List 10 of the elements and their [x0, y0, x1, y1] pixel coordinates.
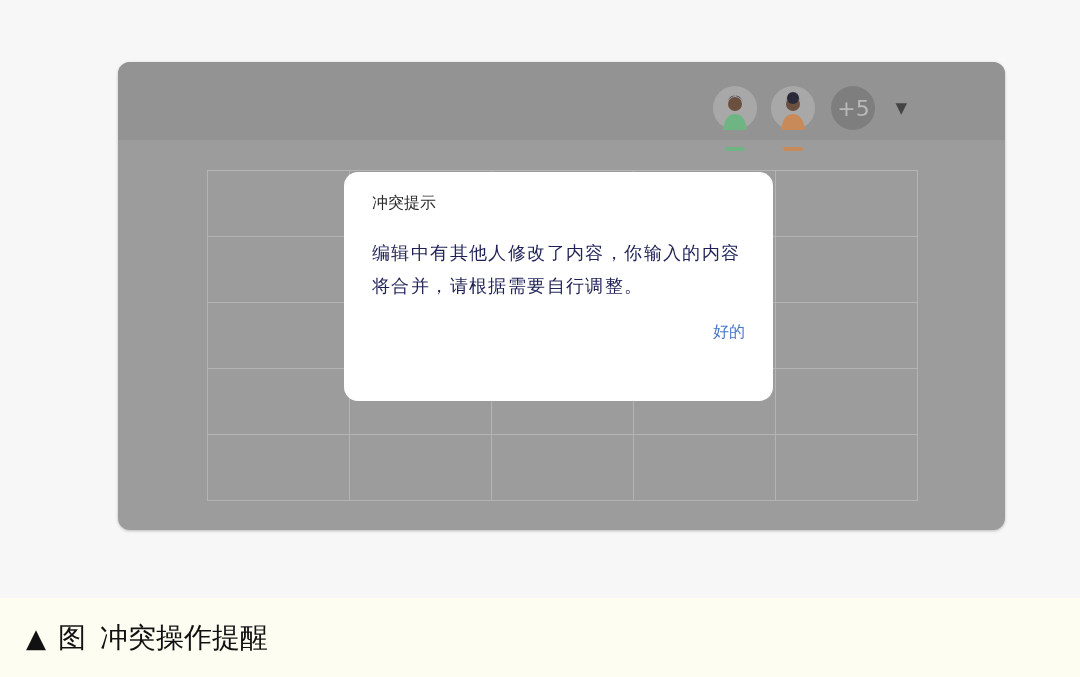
avatar-icon[interactable] — [771, 86, 816, 130]
ok-button[interactable]: 好的 — [713, 320, 745, 345]
dropdown-caret[interactable]: ▼ — [895, 86, 907, 130]
caption-label: 图 — [58, 619, 86, 656]
dialog-message: 编辑中有其他人修改了内容，你输入的内容将合并，请根据需要自行调整。 — [372, 241, 742, 298]
dialog-title: 冲突提示 — [372, 192, 436, 214]
avatar-icon[interactable] — [713, 86, 758, 130]
more-users-badge[interactable]: +5 — [831, 86, 876, 130]
triangle-marker: ▲ — [26, 622, 46, 653]
caption-text: 冲突操作提醒 — [100, 619, 268, 656]
